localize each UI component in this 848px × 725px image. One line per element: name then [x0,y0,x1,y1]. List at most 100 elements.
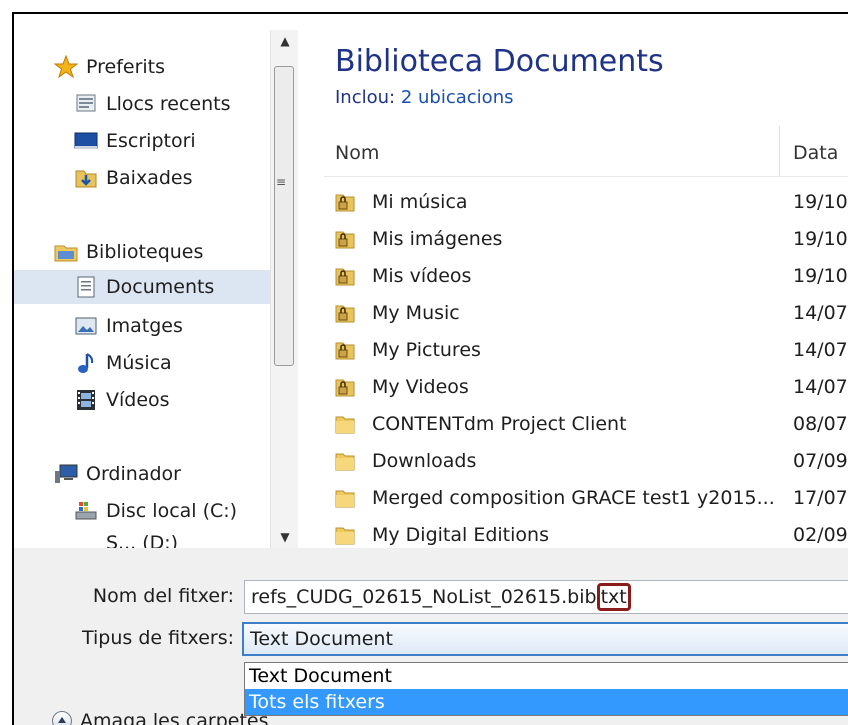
computer-icon [54,462,78,486]
nav-partial-label: S... (D:) [106,533,179,548]
filename-label: Nom del fitxer: [92,585,234,607]
collapse-up-icon [52,711,72,725]
nav-images[interactable]: Imatges [74,309,183,343]
documents-icon [74,275,98,299]
local-disk-icon [74,499,98,523]
column-name-header[interactable]: Nom [335,142,379,164]
nav-libraries-label: Biblioteques [86,241,204,263]
save-dialog: Preferits Llocs recents Escriptori Baixa… [12,12,848,725]
nav-downloads[interactable]: Baixades [74,161,193,195]
column-date-header[interactable]: Data [793,142,838,164]
file-name: My Digital Editions [372,524,549,546]
locked-folder-icon [334,376,356,398]
folder-icon [334,413,356,435]
videos-film-icon [74,388,98,412]
file-row[interactable]: Downloads 07/09 [334,444,848,478]
filetype-dropdown-list: Text Document Tots els fitxers [244,662,848,716]
nav-desktop-label: Escriptori [106,130,196,152]
file-name: Mi música [372,191,468,213]
locked-folder-icon [334,228,356,250]
file-row[interactable]: My Digital Editions 02/09 [334,518,848,548]
navigation-pane: Preferits Llocs recents Escriptori Baixa… [14,14,298,548]
nav-music-label: Música [106,352,172,374]
file-name: Mis imágenes [372,228,503,250]
filetype-select[interactable]: Text Document [242,622,848,656]
music-note-icon [74,351,98,375]
locations-link[interactable]: 2 ubicacions [401,87,514,108]
filename-input[interactable]: refs_CUDG_02615_NoList_02615.bib txt [244,580,848,614]
file-date: 19/10 [793,191,848,213]
nav-videos-label: Vídeos [106,389,170,411]
column-separator[interactable] [779,126,780,176]
nav-documents[interactable]: Documents [14,270,270,304]
filename-value: refs_CUDG_02615_NoList_02615.bib [251,586,597,608]
nav-computer-label: Ordinador [86,463,181,485]
filename-extension-highlight: txt [596,583,631,611]
nav-videos[interactable]: Vídeos [74,383,170,417]
recent-places-icon [74,92,98,116]
file-row[interactable]: My Videos 14/07 [334,370,848,404]
nav-documents-label: Documents [106,276,215,298]
nav-computer[interactable]: Ordinador [54,457,181,491]
nav-libraries[interactable]: Biblioteques [54,235,203,269]
scroll-thumb[interactable] [274,66,294,366]
file-date: 07/09 [793,450,848,472]
hide-folders-label: Amaga les carpetes [80,710,269,725]
nav-local-disk[interactable]: Disc local (C:) [74,494,237,528]
file-name: Mis vídeos [372,265,472,287]
file-name: My Videos [372,376,469,398]
downloads-icon [74,166,98,190]
file-name: CONTENTdm Project Client [372,413,627,435]
nav-music[interactable]: Música [74,346,172,380]
file-date: 19/10 [793,228,848,250]
file-row[interactable]: My Music 14/07 [334,296,848,330]
file-date: 14/07 [793,376,848,398]
nav-scrollbar[interactable]: ▲ ≡ ▼ [270,30,298,548]
nav-recent[interactable]: Llocs recents [74,87,230,121]
file-date: 19/10 [793,265,848,287]
file-name: Merged composition GRACE test1 y2015... [372,487,775,509]
file-name: My Pictures [372,339,481,361]
includes-label: Inclou: [335,87,396,108]
hide-folders-button[interactable]: Amaga les carpetes [52,710,269,725]
folder-icon [334,450,356,472]
file-date: 08/07 [793,413,848,435]
nav-recent-label: Llocs recents [106,93,231,115]
star-icon [53,54,79,79]
library-title: Biblioteca Documents [335,44,664,79]
file-date: 14/07 [793,302,848,324]
nav-downloads-label: Baixades [106,167,193,189]
desktop-icon [74,129,98,153]
scroll-up-arrow-icon[interactable]: ▲ [271,30,298,52]
file-date: 17/07 [793,487,848,509]
nav-desktop[interactable]: Escriptori [74,124,196,158]
nav-favorites-label: Preferits [86,56,166,78]
library-includes: Inclou: 2 ubicacions [335,87,513,108]
nav-local-disk-label: Disc local (C:) [106,500,238,522]
images-icon [74,314,98,338]
file-name: My Music [372,302,460,324]
file-row[interactable]: My Pictures 14/07 [334,333,848,367]
scroll-down-arrow-icon[interactable]: ▼ [271,526,298,548]
column-header-row: Nom Data [324,126,848,177]
nav-favorites[interactable]: Preferits [53,50,166,84]
file-name: Downloads [372,450,477,472]
filetype-option-selected[interactable]: Tots els fitxers [245,689,848,715]
content-pane: Biblioteca Documents Inclou: 2 ubicacion… [298,14,848,548]
nav-partial-drive[interactable]: S... (D:) [106,533,178,548]
file-row[interactable]: Mi música 19/10 [334,185,848,219]
libraries-icon [54,240,78,264]
locked-folder-icon [334,265,356,287]
locked-folder-icon [334,302,356,324]
file-date: 14/07 [793,339,848,361]
folder-icon [334,487,356,509]
filetype-option[interactable]: Text Document [245,663,848,689]
file-row[interactable]: Mis vídeos 19/10 [334,259,848,293]
folder-icon [334,524,356,546]
file-date: 02/09 [793,524,848,546]
file-row[interactable]: Mis imágenes 19/10 [334,222,848,256]
filetype-label: Tipus de fitxers: [81,627,234,649]
locked-folder-icon [334,339,356,361]
file-row[interactable]: Merged composition GRACE test1 y2015... 1… [334,481,848,515]
file-row[interactable]: CONTENTdm Project Client 08/07 [334,407,848,441]
